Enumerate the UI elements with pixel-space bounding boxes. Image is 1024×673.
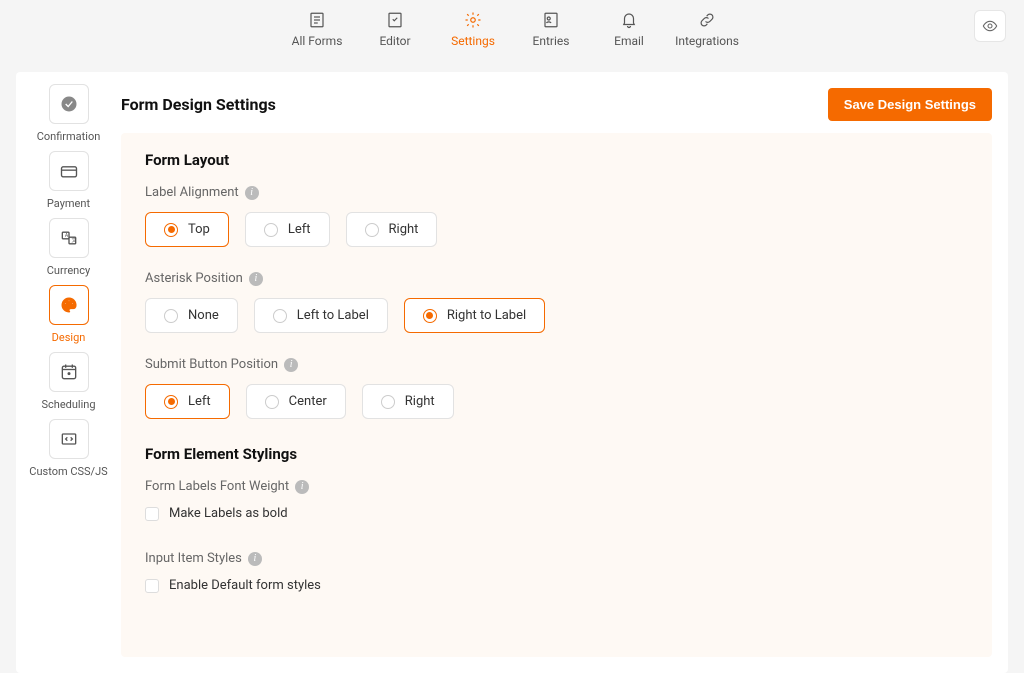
page-title: Form Design Settings: [121, 95, 276, 114]
radio-submit-right[interactable]: Right: [362, 384, 454, 419]
radio-dot: [365, 223, 379, 237]
info-icon[interactable]: i: [284, 358, 298, 372]
eye-icon: [982, 18, 998, 34]
sidebar-item-design[interactable]: Design: [27, 285, 111, 344]
radio-label-alignment-left[interactable]: Left: [245, 212, 330, 247]
radio-dot: [264, 223, 278, 237]
link-icon: [697, 10, 717, 30]
field-label-alignment: Label Alignment i Top Left Right: [145, 185, 968, 247]
sidebar-item-label: Confirmation: [37, 130, 101, 143]
forms-icon: [307, 10, 327, 30]
field-label-text: Submit Button Position: [145, 357, 278, 372]
sidebar-item-label: Custom CSS/JS: [29, 465, 107, 478]
card-icon: [59, 161, 79, 181]
radio-label-alignment-right[interactable]: Right: [346, 212, 438, 247]
palette-icon: [59, 295, 79, 315]
field-label-text: Input Item Styles: [145, 551, 242, 566]
sidebar-item-label: Payment: [47, 197, 90, 210]
info-icon[interactable]: i: [248, 552, 262, 566]
settings-sidebar: Confirmation Payment A文 Currency Design …: [16, 72, 121, 673]
radio-dot: [273, 309, 287, 323]
field-font-weight: Form Labels Font Weight i Make Labels as…: [145, 479, 968, 521]
radio-label-alignment-top[interactable]: Top: [145, 212, 229, 247]
radio-dot: [381, 395, 395, 409]
field-label-text: Asterisk Position: [145, 271, 243, 286]
nav-label: Integrations: [675, 34, 739, 48]
radio-dot: [164, 223, 178, 237]
field-label-text: Label Alignment: [145, 185, 239, 200]
field-asterisk-position: Asterisk Position i None Left to Label R…: [145, 271, 968, 333]
sidebar-item-confirmation[interactable]: Confirmation: [27, 84, 111, 143]
nav-settings[interactable]: Settings: [445, 10, 501, 48]
radio-dot: [164, 395, 178, 409]
nav-label: Editor: [379, 34, 410, 48]
editor-icon: [385, 10, 405, 30]
check-circle-icon: [59, 94, 79, 114]
field-submit-position: Submit Button Position i Left Center Rig…: [145, 357, 968, 419]
page-container: Confirmation Payment A文 Currency Design …: [16, 72, 1008, 673]
entries-icon: [541, 10, 561, 30]
checkbox-bold-labels[interactable]: [145, 507, 159, 521]
info-icon[interactable]: i: [295, 480, 309, 494]
nav-label: Email: [614, 34, 644, 48]
currency-icon: A文: [59, 228, 79, 248]
preview-button[interactable]: [974, 10, 1006, 42]
field-input-styles: Input Item Styles i Enable Default form …: [145, 551, 968, 593]
sidebar-item-label: Design: [52, 331, 86, 344]
gear-icon: [463, 10, 483, 30]
nav-email[interactable]: Email: [601, 10, 657, 48]
sidebar-item-currency[interactable]: A文 Currency: [27, 218, 111, 277]
info-icon[interactable]: i: [245, 186, 259, 200]
radio-dot: [265, 395, 279, 409]
sidebar-item-scheduling[interactable]: Scheduling: [27, 352, 111, 411]
form-layout-heading: Form Layout: [145, 151, 968, 169]
calendar-icon: [59, 362, 79, 382]
field-label-text: Form Labels Font Weight: [145, 479, 289, 494]
main-content: Form Design Settings Save Design Setting…: [121, 72, 1008, 673]
radio-asterisk-none[interactable]: None: [145, 298, 238, 333]
nav-all-forms[interactable]: All Forms: [289, 10, 345, 48]
nav-label: All Forms: [292, 34, 343, 48]
nav-entries[interactable]: Entries: [523, 10, 579, 48]
sidebar-item-custom-css[interactable]: Custom CSS/JS: [27, 419, 111, 478]
radio-asterisk-right[interactable]: Right to Label: [404, 298, 545, 333]
nav-label: Settings: [451, 34, 495, 48]
top-navigation: All Forms Editor Settings Entries Email …: [0, 0, 1024, 54]
svg-text:文: 文: [71, 237, 76, 244]
nav-label: Entries: [533, 34, 570, 48]
radio-dot: [164, 309, 178, 323]
settings-panel: Form Layout Label Alignment i Top Left R…: [121, 133, 992, 657]
radio-submit-center[interactable]: Center: [246, 384, 346, 419]
sidebar-item-label: Currency: [47, 264, 90, 277]
checkbox-label: Enable Default form styles: [169, 578, 321, 593]
form-stylings-heading: Form Element Stylings: [145, 445, 968, 463]
info-icon[interactable]: i: [249, 272, 263, 286]
nav-integrations[interactable]: Integrations: [679, 10, 735, 48]
radio-submit-left[interactable]: Left: [145, 384, 230, 419]
save-design-button[interactable]: Save Design Settings: [828, 88, 992, 121]
checkbox-label: Make Labels as bold: [169, 506, 288, 521]
sidebar-item-label: Scheduling: [41, 398, 95, 411]
radio-asterisk-left[interactable]: Left to Label: [254, 298, 388, 333]
sidebar-item-payment[interactable]: Payment: [27, 151, 111, 210]
bell-icon: [619, 10, 639, 30]
radio-dot: [423, 309, 437, 323]
nav-editor[interactable]: Editor: [367, 10, 423, 48]
code-icon: [59, 429, 79, 449]
checkbox-default-styles[interactable]: [145, 579, 159, 593]
